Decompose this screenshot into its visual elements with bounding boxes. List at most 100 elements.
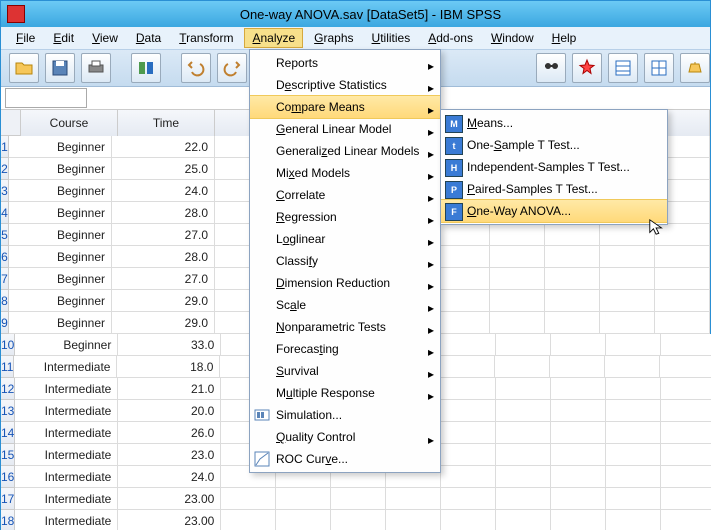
row-header[interactable]: 18 <box>1 510 15 530</box>
menu-item-one-sample-t-test-[interactable]: tOne-Sample T Test... <box>441 134 667 156</box>
row-header[interactable]: 12 <box>1 378 15 400</box>
menu-item-nonparametric-tests[interactable]: Nonparametric Tests▸ <box>250 316 440 338</box>
menu-item-quality-control[interactable]: Quality Control▸ <box>250 426 440 448</box>
undo-button[interactable] <box>181 53 211 83</box>
cell-course[interactable]: Beginner <box>9 268 112 290</box>
cell-course[interactable]: Beginner <box>9 312 112 334</box>
menu-edit[interactable]: Edit <box>46 29 81 47</box>
cell-course[interactable]: Intermediate <box>15 422 118 444</box>
cell-course[interactable]: Beginner <box>9 180 112 202</box>
menubar[interactable]: FileEditViewDataTransformAnalyzeGraphs Ut… <box>1 27 710 50</box>
cell-course[interactable]: Intermediate <box>15 488 118 510</box>
cell-time[interactable]: 23.00 <box>118 488 221 510</box>
cell-time[interactable]: 23.00 <box>118 510 221 530</box>
goto-cell-input[interactable] <box>5 88 87 108</box>
print-button[interactable] <box>81 53 111 83</box>
menu-item-mixed-models[interactable]: Mixed Models▸ <box>250 162 440 184</box>
menu-help[interactable]: Help <box>545 29 584 47</box>
menu-transform[interactable]: Transform <box>172 29 240 47</box>
row-header[interactable]: 17 <box>1 488 15 510</box>
menu-analyze[interactable]: Analyze <box>244 28 303 48</box>
menu-item-general-linear-model[interactable]: General Linear Model▸ <box>250 118 440 140</box>
row-header[interactable]: 10 <box>1 334 15 356</box>
menu-item-classify[interactable]: Classify▸ <box>250 250 440 272</box>
cell-time[interactable]: 21.0 <box>118 378 221 400</box>
menu-window[interactable]: Window <box>484 29 541 47</box>
cell-course[interactable]: Beginner <box>9 246 112 268</box>
cell-time[interactable]: 20.0 <box>118 400 221 422</box>
row-header[interactable]: 7 <box>1 268 9 290</box>
menu-item-descriptive-statistics[interactable]: Descriptive Statistics▸ <box>250 74 440 96</box>
cell-time[interactable]: 29.0 <box>112 290 215 312</box>
cell-time[interactable]: 28.0 <box>112 246 215 268</box>
weight-button[interactable] <box>680 53 710 83</box>
menu-item-dimension-reduction[interactable]: Dimension Reduction▸ <box>250 272 440 294</box>
grid-toggle-button[interactable] <box>608 53 638 83</box>
col-header-course[interactable]: Course <box>21 110 118 137</box>
table-row[interactable]: 17Intermediate23.00 <box>1 488 710 510</box>
menu-item-loglinear[interactable]: Loglinear▸ <box>250 228 440 250</box>
cell-time[interactable]: 33.0 <box>118 334 221 356</box>
menu-item-reports[interactable]: Reports▸ <box>250 52 440 74</box>
save-button[interactable] <box>45 53 75 83</box>
menu-item-means-[interactable]: MMeans... <box>441 112 667 134</box>
cell-time[interactable]: 27.0 <box>112 268 215 290</box>
row-header[interactable]: 5 <box>1 224 9 246</box>
row-header[interactable]: 6 <box>1 246 9 268</box>
redo-button[interactable] <box>217 53 247 83</box>
menu-item-correlate[interactable]: Correlate▸ <box>250 184 440 206</box>
row-header[interactable]: 1 <box>1 136 9 158</box>
menu-item-roc-curve-[interactable]: ROC Curve... <box>250 448 440 470</box>
col-header-time[interactable]: Time <box>118 110 215 137</box>
cell-time[interactable]: 25.0 <box>112 158 215 180</box>
menu-item-independent-samples-t-test-[interactable]: HIndependent-Samples T Test... <box>441 156 667 178</box>
menu-view[interactable]: View <box>85 29 125 47</box>
menu-item-regression[interactable]: Regression▸ <box>250 206 440 228</box>
cell-course[interactable]: Beginner <box>9 136 112 158</box>
grid2-button[interactable] <box>644 53 674 83</box>
open-button[interactable] <box>9 53 39 83</box>
row-header[interactable]: 11 <box>1 356 14 378</box>
cell-course[interactable]: Beginner <box>9 202 112 224</box>
row-header[interactable]: 9 <box>1 312 9 334</box>
menu-data[interactable]: Data <box>129 29 168 47</box>
cell-course[interactable]: Beginner <box>15 334 118 356</box>
cell-course[interactable]: Intermediate <box>14 356 117 378</box>
cell-course[interactable]: Intermediate <box>15 466 118 488</box>
menu-item-one-way-anova-[interactable]: FOne-Way ANOVA... <box>441 199 667 223</box>
row-header[interactable]: 4 <box>1 202 9 224</box>
menu-utilities[interactable]: Utilities <box>365 29 418 47</box>
menu-item-scale[interactable]: Scale▸ <box>250 294 440 316</box>
cell-course[interactable]: Intermediate <box>15 444 118 466</box>
row-header[interactable]: 14 <box>1 422 15 444</box>
menu-item-generalized-linear-models[interactable]: Generalized Linear Models▸ <box>250 140 440 162</box>
row-header[interactable]: 13 <box>1 400 15 422</box>
row-header[interactable]: 8 <box>1 290 9 312</box>
cell-time[interactable]: 28.0 <box>112 202 215 224</box>
cell-time[interactable]: 24.0 <box>112 180 215 202</box>
menu-graphs[interactable]: Graphs <box>307 29 360 47</box>
menu-item-multiple-response[interactable]: Multiple Response▸ <box>250 382 440 404</box>
cell-time[interactable]: 27.0 <box>112 224 215 246</box>
table-row[interactable]: 18Intermediate23.00 <box>1 510 710 530</box>
menu-item-simulation-[interactable]: Simulation... <box>250 404 440 426</box>
analyze-menu[interactable]: Reports▸Descriptive Statistics▸Compare M… <box>249 49 441 473</box>
cell-time[interactable]: 26.0 <box>118 422 221 444</box>
menu-file[interactable]: File <box>9 29 42 47</box>
cell-time[interactable]: 23.0 <box>118 444 221 466</box>
cell-course[interactable]: Intermediate <box>15 400 118 422</box>
row-header[interactable]: 15 <box>1 444 15 466</box>
recall-dialog-button[interactable] <box>131 53 161 83</box>
cell-course[interactable]: Intermediate <box>15 510 118 530</box>
cell-time[interactable]: 18.0 <box>117 356 220 378</box>
row-header[interactable]: 16 <box>1 466 15 488</box>
cell-course[interactable]: Beginner <box>9 290 112 312</box>
row-header[interactable]: 2 <box>1 158 9 180</box>
star-ruler-button[interactable] <box>572 53 602 83</box>
menu-item-compare-means[interactable]: Compare Means▸ <box>250 95 440 119</box>
cell-course[interactable]: Beginner <box>9 224 112 246</box>
menu-item-survival[interactable]: Survival▸ <box>250 360 440 382</box>
cell-time[interactable]: 24.0 <box>118 466 221 488</box>
row-header[interactable]: 3 <box>1 180 9 202</box>
menu-item-forecasting[interactable]: Forecasting▸ <box>250 338 440 360</box>
